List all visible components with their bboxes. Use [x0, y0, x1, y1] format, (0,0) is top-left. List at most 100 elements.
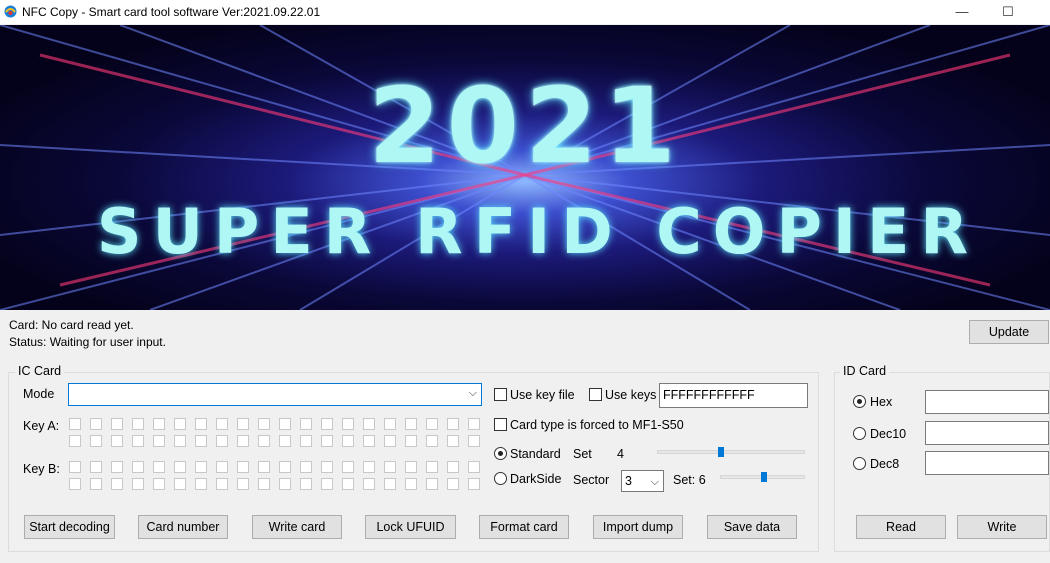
- key-b-cell[interactable]: [384, 478, 396, 490]
- key-b-cell[interactable]: [195, 478, 207, 490]
- darkside-radio[interactable]: [494, 472, 507, 485]
- write-card-button[interactable]: Write card: [252, 515, 342, 539]
- start-decoding-button[interactable]: Start decoding: [24, 515, 115, 539]
- key-b-cell[interactable]: [216, 461, 228, 473]
- key-b-cell[interactable]: [174, 461, 186, 473]
- key-a-cell[interactable]: [342, 418, 354, 430]
- key-a-cell[interactable]: [195, 418, 207, 430]
- key-b-cell[interactable]: [426, 461, 438, 473]
- key-b-cell[interactable]: [300, 478, 312, 490]
- key-a-cell[interactable]: [384, 435, 396, 447]
- keys-input[interactable]: FFFFFFFFFFFF: [659, 383, 808, 408]
- hex-input[interactable]: [925, 390, 1049, 414]
- minimize-button[interactable]: —: [939, 0, 985, 24]
- key-a-cell[interactable]: [195, 435, 207, 447]
- key-a-cell[interactable]: [174, 418, 186, 430]
- key-b-cell[interactable]: [153, 478, 165, 490]
- key-b-cell[interactable]: [111, 478, 123, 490]
- key-a-cell[interactable]: [237, 435, 249, 447]
- key-a-cell[interactable]: [279, 435, 291, 447]
- key-a-cell[interactable]: [405, 418, 417, 430]
- key-b-cell[interactable]: [321, 478, 333, 490]
- standard-radio[interactable]: [494, 447, 507, 460]
- key-b-cell[interactable]: [132, 461, 144, 473]
- key-b-cell[interactable]: [342, 478, 354, 490]
- key-b-cell[interactable]: [258, 478, 270, 490]
- key-a-cell[interactable]: [321, 435, 333, 447]
- key-a-cell[interactable]: [90, 435, 102, 447]
- key-b-cell[interactable]: [237, 478, 249, 490]
- key-a-cell[interactable]: [153, 435, 165, 447]
- key-a-cell[interactable]: [342, 435, 354, 447]
- format-card-button[interactable]: Format card: [479, 515, 569, 539]
- key-a-cell[interactable]: [363, 435, 375, 447]
- save-data-button[interactable]: Save data: [707, 515, 797, 539]
- dec10-radio[interactable]: [853, 427, 866, 440]
- key-b-cell[interactable]: [279, 478, 291, 490]
- key-b-cell[interactable]: [90, 478, 102, 490]
- key-a-cell[interactable]: [237, 418, 249, 430]
- key-a-cell[interactable]: [447, 435, 459, 447]
- key-b-cell[interactable]: [447, 478, 459, 490]
- key-a-cell[interactable]: [258, 418, 270, 430]
- key-a-cell[interactable]: [132, 435, 144, 447]
- key-a-cell[interactable]: [111, 418, 123, 430]
- dec10-input[interactable]: [925, 421, 1049, 445]
- key-a-cell[interactable]: [258, 435, 270, 447]
- read-button[interactable]: Read: [856, 515, 946, 539]
- card-number-button[interactable]: Card number: [138, 515, 228, 539]
- key-a-cell[interactable]: [300, 418, 312, 430]
- lock-ufuid-button[interactable]: Lock UFUID: [365, 515, 456, 539]
- key-a-cell[interactable]: [468, 435, 480, 447]
- key-a-cell[interactable]: [279, 418, 291, 430]
- key-a-cell[interactable]: [468, 418, 480, 430]
- key-b-cell[interactable]: [216, 478, 228, 490]
- key-a-cell[interactable]: [69, 418, 81, 430]
- set-slider-thumb[interactable]: [718, 447, 724, 457]
- key-a-cell[interactable]: [321, 418, 333, 430]
- use-key-file-checkbox[interactable]: [494, 388, 507, 401]
- key-b-cell[interactable]: [279, 461, 291, 473]
- sector-slider-thumb[interactable]: [761, 472, 767, 482]
- dec8-radio[interactable]: [853, 457, 866, 470]
- key-a-cell[interactable]: [69, 435, 81, 447]
- key-b-cell[interactable]: [111, 461, 123, 473]
- key-b-cell[interactable]: [447, 461, 459, 473]
- key-b-cell[interactable]: [468, 478, 480, 490]
- key-b-cell[interactable]: [405, 478, 417, 490]
- key-a-cell[interactable]: [174, 435, 186, 447]
- key-b-cell[interactable]: [153, 461, 165, 473]
- set-slider-track[interactable]: [657, 450, 805, 454]
- key-a-cell[interactable]: [363, 418, 375, 430]
- key-a-cell[interactable]: [216, 435, 228, 447]
- key-b-cell[interactable]: [426, 478, 438, 490]
- key-b-cell[interactable]: [258, 461, 270, 473]
- key-b-cell[interactable]: [90, 461, 102, 473]
- use-keys-checkbox[interactable]: [589, 388, 602, 401]
- key-b-cell[interactable]: [363, 478, 375, 490]
- key-a-cell[interactable]: [132, 418, 144, 430]
- key-a-cell[interactable]: [300, 435, 312, 447]
- update-button[interactable]: Update: [969, 320, 1049, 344]
- key-b-cell[interactable]: [384, 461, 396, 473]
- maximize-button[interactable]: ☐: [985, 0, 1031, 24]
- write-button[interactable]: Write: [957, 515, 1047, 539]
- key-a-cell[interactable]: [384, 418, 396, 430]
- key-b-cell[interactable]: [132, 478, 144, 490]
- key-a-cell[interactable]: [426, 435, 438, 447]
- key-b-cell[interactable]: [321, 461, 333, 473]
- key-b-cell[interactable]: [363, 461, 375, 473]
- key-a-cell[interactable]: [216, 418, 228, 430]
- key-a-cell[interactable]: [405, 435, 417, 447]
- import-dump-button[interactable]: Import dump: [593, 515, 683, 539]
- sector-dropdown[interactable]: 3 ⌵: [621, 470, 664, 492]
- key-b-cell[interactable]: [69, 478, 81, 490]
- key-a-cell[interactable]: [426, 418, 438, 430]
- mode-dropdown[interactable]: ⌵: [68, 383, 482, 406]
- key-b-cell[interactable]: [405, 461, 417, 473]
- dec8-input[interactable]: [925, 451, 1049, 475]
- key-a-cell[interactable]: [447, 418, 459, 430]
- key-a-cell[interactable]: [153, 418, 165, 430]
- key-b-cell[interactable]: [174, 478, 186, 490]
- hex-radio[interactable]: [853, 395, 866, 408]
